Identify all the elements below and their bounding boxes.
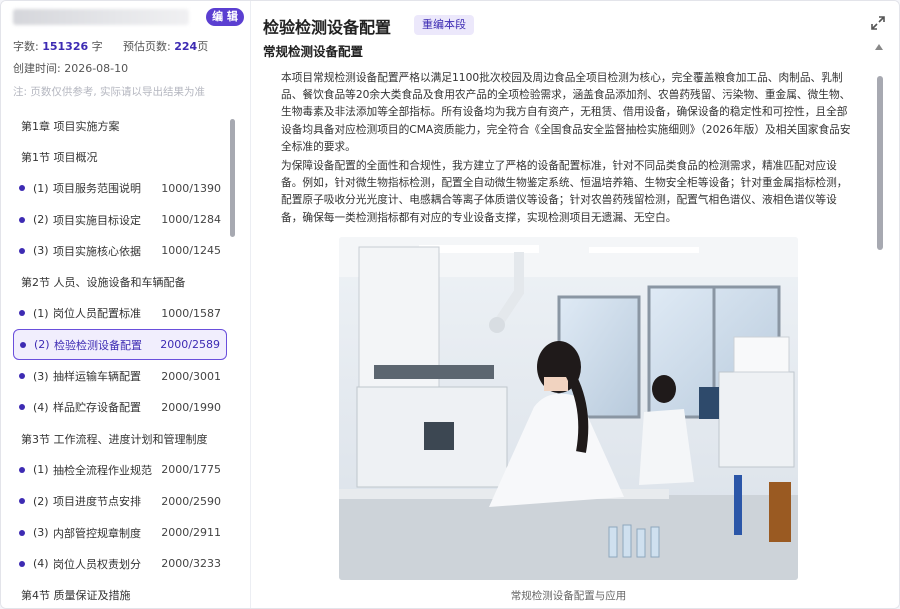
bullet-dot-icon	[19, 498, 25, 505]
toc-word-count: 1000/1587	[161, 306, 221, 320]
toc-label: 内部管控规章制度	[53, 526, 141, 540]
created-time: 创建时间: 2026-08-10	[13, 62, 129, 75]
toc-number: (4)	[33, 400, 49, 414]
toc-label: 第1节 项目概况	[21, 150, 98, 164]
toc-item[interactable]: (1) 抽检全流程作业规范 2000/1775	[13, 454, 227, 485]
toc-word-count: 2000/2590	[161, 494, 221, 508]
bullet-dot-icon	[19, 216, 25, 223]
main-content: 检验检测设备配置 重编本段 常规检测设备配置 本项目常规检测设备配置严格以满足1…	[252, 1, 899, 608]
toc-item[interactable]: (2) 项目进度节点安排 2000/2590	[13, 486, 227, 517]
toc-item[interactable]: (1) 项目服务范围说明 1000/1390	[13, 173, 227, 204]
toc-word-count: 1000/1284	[161, 213, 221, 227]
toc-label: 第1章 项目实施方案	[21, 119, 120, 133]
toc-label: 项目服务范围说明	[53, 182, 141, 196]
toc-label: 岗位人员权责划分	[53, 557, 141, 571]
toc-chapter[interactable]: 第2节 人员、设施设备和车辆配备	[13, 266, 227, 297]
bullet-dot-icon	[20, 341, 26, 348]
toc-label: 项目实施目标设定	[53, 213, 141, 227]
sidebar: 编 辑 字数: 151326 字 预估页数: 224页 创建时间: 2026-0…	[1, 1, 251, 608]
bullet-dot-icon	[19, 247, 25, 254]
toc-word-count: 1000/1390	[161, 181, 221, 195]
toc-item[interactable]: (3) 内部管控规章制度 2000/2911	[13, 517, 227, 548]
toc-label: 项目进度节点安排	[53, 495, 141, 509]
bullet-dot-icon	[19, 466, 25, 473]
subsection-title: 常规检测设备配置	[263, 44, 364, 59]
toc-word-count: 2000/1775	[161, 463, 221, 477]
table-of-contents: 第1章 项目实施方案 第1节 项目概况 (1) 项目服务范围说明 1000/1390 (2…	[13, 110, 227, 608]
toc-label: 第4节 质量保证及措施	[21, 589, 131, 603]
paragraph-2: 为保障设备配置的全面性和合规性，我方建立了严格的设备配置标准，针对不同品类食品的…	[281, 159, 848, 224]
page-note: 注: 页数仅供参考, 实际请以导出结果为准	[13, 86, 206, 98]
toc-item[interactable]: (2) 检验检测设备配置 2000/2589	[13, 329, 227, 361]
toc-chapter[interactable]: 第3节 工作流程、进度计划和管理制度	[13, 423, 227, 454]
toc-word-count: 2000/3001	[161, 369, 221, 383]
toc-label: 检验检测设备配置	[54, 338, 142, 352]
toc-number: (2)	[34, 338, 50, 352]
lab-equipment-photo	[339, 237, 798, 580]
edit-button[interactable]: 编 辑	[206, 8, 244, 26]
toc-number: (1)	[33, 181, 49, 195]
scroll-up-arrow[interactable]	[875, 44, 883, 50]
toc-number: (1)	[33, 463, 49, 477]
toc-number: (2)	[33, 213, 49, 227]
bullet-dot-icon	[19, 529, 25, 536]
toc-word-count: 2000/3233	[161, 557, 221, 571]
toc-number: (3)	[33, 526, 49, 539]
expand-icon[interactable]	[871, 16, 885, 30]
toc-item[interactable]: (3) 项目实施核心依据 1000/1245	[13, 235, 227, 266]
toc-word-count: 2000/2911	[161, 526, 221, 539]
toc-label: 岗位人员配置标准	[53, 307, 141, 321]
toc-number: (2)	[33, 494, 49, 508]
toc-label: 抽样运输车辆配置	[53, 370, 141, 384]
paragraph-1: 本项目常规检测设备配置严格以满足1100批次校园及周边食品全项目检测为核心，完全…	[281, 71, 851, 153]
toc-number: (1)	[33, 306, 49, 320]
app-window: 编 辑 字数: 151326 字 预估页数: 224页 创建时间: 2026-0…	[0, 0, 900, 609]
bullet-dot-icon	[19, 310, 25, 317]
bullet-dot-icon	[19, 185, 25, 192]
bullet-dot-icon	[19, 373, 25, 380]
toc-label: 项目实施核心依据	[53, 244, 141, 258]
toc-word-count: 2000/2589	[160, 338, 220, 352]
page-estimate: 预估页数: 224页	[123, 40, 209, 53]
word-count: 字数: 151326 字	[13, 40, 103, 53]
toc-label: 第2节 人员、设施设备和车辆配备	[21, 276, 186, 290]
toc-item[interactable]: (4) 样品贮存设备配置 2000/1990	[13, 392, 227, 423]
toc-item[interactable]: (4) 岗位人员权责划分 2000/3233	[13, 548, 227, 579]
section-title: 检验检测设备配置	[263, 18, 392, 37]
toc-chapter[interactable]: 第4节 质量保证及措施	[13, 579, 227, 608]
toc-label: 抽检全流程作业规范	[53, 463, 152, 477]
toc-item[interactable]: (2) 项目实施目标设定 1000/1284	[13, 204, 227, 235]
toc-label: 第3节 工作流程、进度计划和管理制度	[21, 432, 208, 446]
toc-number: (3)	[33, 369, 49, 383]
bullet-dot-icon	[19, 404, 25, 411]
toc-number: (3)	[33, 244, 49, 258]
toc-chapter[interactable]: 第1章 项目实施方案	[13, 110, 227, 141]
toc-label: 样品贮存设备配置	[53, 401, 141, 415]
toc-item[interactable]: (3) 抽样运输车辆配置 2000/3001	[13, 360, 227, 391]
reedit-section-button[interactable]: 重编本段	[414, 15, 474, 35]
toc-word-count: 2000/1990	[161, 400, 221, 414]
photo-caption: 常规检测设备配置与应用	[510, 590, 627, 602]
document-title-blurred	[13, 9, 189, 25]
bullet-dot-icon	[19, 560, 25, 567]
sidebar-scrollbar[interactable]	[230, 119, 235, 237]
toc-item[interactable]: (1) 岗位人员配置标准 1000/1587	[13, 298, 227, 329]
toc-word-count: 1000/1245	[161, 244, 221, 258]
toc-chapter[interactable]: 第1节 项目概况	[13, 141, 227, 172]
main-scrollbar[interactable]	[877, 76, 883, 250]
toc-number: (4)	[33, 557, 49, 571]
